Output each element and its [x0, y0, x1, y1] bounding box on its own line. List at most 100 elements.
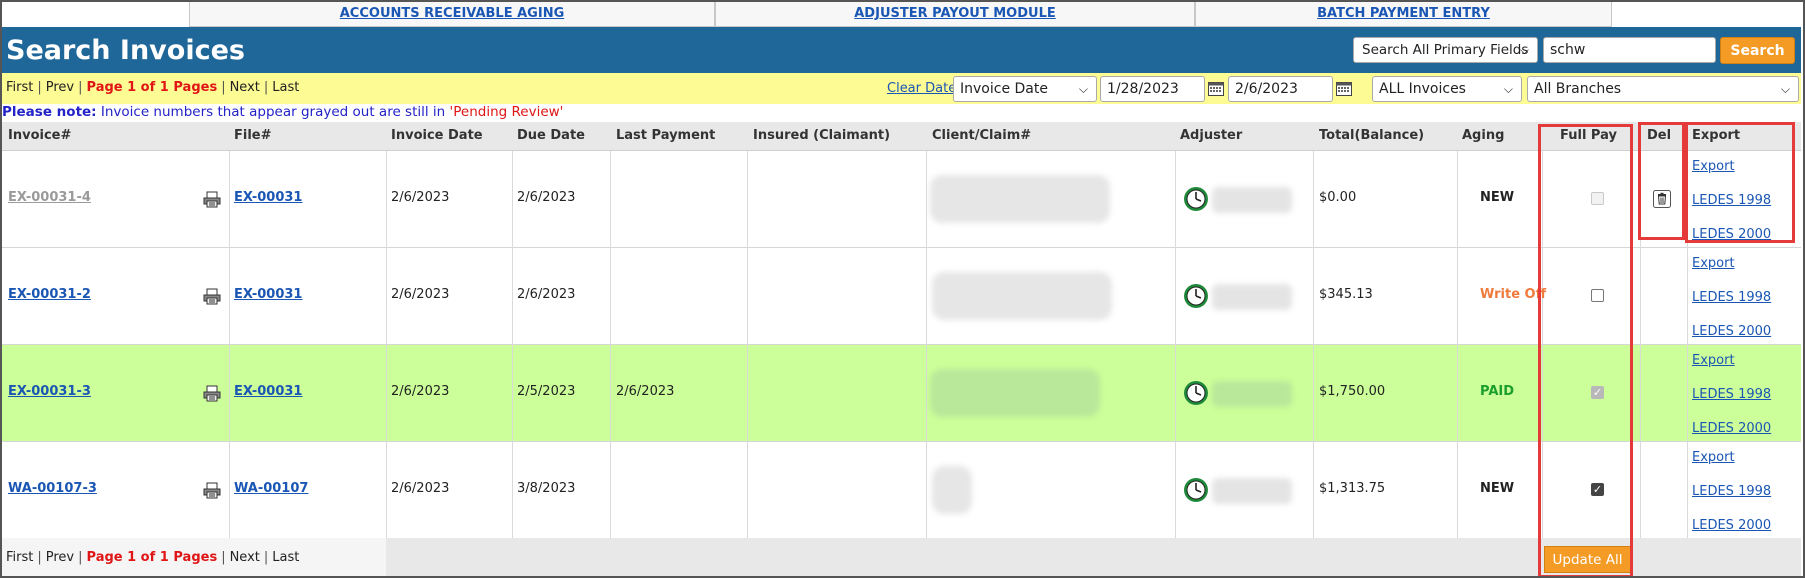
redacted-adjuster	[1212, 381, 1292, 407]
column-divider	[229, 345, 230, 442]
col-client-claim[interactable]: Client/Claim#	[932, 128, 1031, 143]
col-invoice-date[interactable]: Invoice Date	[391, 128, 483, 143]
aging-status: PAID	[1480, 384, 1515, 399]
col-file[interactable]: File#	[234, 128, 272, 143]
file-link[interactable]: WA-00107	[234, 481, 308, 496]
printer-icon[interactable]	[203, 385, 221, 402]
tab-accounts-receivable-aging[interactable]: ACCOUNTS RECEIVABLE AGING	[189, 0, 715, 27]
invoice-link[interactable]: WA-00107-3	[8, 481, 97, 496]
clock-icon[interactable]	[1183, 477, 1209, 503]
invoice-date: 2/6/2023	[391, 190, 450, 205]
ledes-1998-link[interactable]: LEDES 1998	[1692, 193, 1771, 208]
table-row: WA-00107-3 WA-00107 2/6/2023 3/8/2023 $1,313…	[2, 442, 1801, 539]
col-export: Export	[1692, 128, 1741, 143]
export-link[interactable]: Export	[1692, 256, 1735, 271]
ledes-2000-link[interactable]: LEDES 2000	[1692, 421, 1771, 436]
invoice-filter-select[interactable]: ALL Invoices ⌵	[1372, 76, 1522, 102]
column-divider	[229, 248, 230, 345]
invoice-link[interactable]: EX-00031-3	[8, 384, 91, 399]
col-last-payment[interactable]: Last Payment	[616, 128, 715, 143]
invoice-link[interactable]: EX-00031-4	[8, 190, 91, 205]
file-link[interactable]: EX-00031	[234, 190, 302, 205]
column-divider	[1640, 442, 1641, 539]
col-aging[interactable]: Aging	[1462, 128, 1504, 143]
total-balance: $0.00	[1319, 190, 1357, 205]
trash-icon[interactable]	[1653, 190, 1671, 208]
search-input[interactable]: schw	[1543, 37, 1716, 63]
printer-icon[interactable]	[203, 288, 221, 305]
clock-icon[interactable]	[1183, 186, 1209, 212]
column-divider	[1175, 151, 1176, 248]
tab-adjuster-payout-module[interactable]: ADJUSTER PAYOUT MODULE	[715, 0, 1195, 27]
ledes-1998-link[interactable]: LEDES 1998	[1692, 484, 1771, 499]
note-label: Please note:	[2, 104, 97, 120]
full-pay-checkbox: ✓	[1591, 386, 1604, 399]
calendar-icon[interactable]	[1336, 81, 1352, 96]
col-insured[interactable]: Insured (Claimant)	[753, 128, 890, 143]
col-total[interactable]: Total(Balance)	[1319, 128, 1424, 143]
export-link[interactable]: Export	[1692, 353, 1735, 368]
search-field-select[interactable]: Search All Primary Fields ⌵	[1353, 37, 1538, 63]
column-divider	[512, 151, 513, 248]
column-divider	[747, 442, 748, 539]
date-from-value: 1/28/2023	[1107, 81, 1179, 97]
pager-prev[interactable]: Prev	[46, 550, 74, 565]
column-divider	[926, 345, 927, 442]
pager-next[interactable]: Next	[230, 80, 260, 95]
date-to-input[interactable]: 2/6/2023	[1228, 76, 1333, 102]
column-divider	[1175, 442, 1176, 539]
pager-first[interactable]: First	[6, 80, 33, 95]
date-type-select[interactable]: Invoice Date ⌵	[953, 76, 1097, 102]
page-title: Search Invoices	[6, 34, 245, 66]
export-link[interactable]: Export	[1692, 159, 1735, 174]
date-from-input[interactable]: 1/28/2023	[1100, 76, 1205, 102]
clear-dates-link[interactable]: Clear Dates	[887, 81, 963, 96]
pager-next[interactable]: Next	[230, 550, 260, 565]
ledes-2000-link[interactable]: LEDES 2000	[1692, 518, 1771, 533]
search-button[interactable]: Search	[1720, 37, 1795, 64]
col-due-date[interactable]: Due Date	[517, 128, 585, 143]
pager-separator: |	[37, 80, 42, 95]
table-row: EX-00031-2 EX-00031 2/6/2023 2/6/2023 $345.1…	[2, 248, 1801, 345]
table-row: EX-00031-4 EX-00031 2/6/2023 2/6/2023 $0.00 N…	[2, 151, 1801, 248]
calendar-icon[interactable]	[1208, 81, 1224, 96]
pager-prev[interactable]: Prev	[46, 80, 74, 95]
pager-last[interactable]: Last	[272, 80, 299, 95]
pager-last[interactable]: Last	[272, 550, 299, 565]
column-divider	[512, 248, 513, 345]
col-adjuster[interactable]: Adjuster	[1180, 128, 1242, 143]
ledes-2000-link[interactable]: LEDES 2000	[1692, 324, 1771, 339]
printer-icon[interactable]	[203, 482, 221, 499]
clock-icon[interactable]	[1183, 283, 1209, 309]
aging-status: NEW	[1480, 190, 1515, 205]
file-link[interactable]: EX-00031	[234, 384, 302, 399]
column-divider	[386, 442, 387, 539]
ledes-1998-link[interactable]: LEDES 1998	[1692, 387, 1771, 402]
column-divider	[1313, 442, 1314, 539]
ledes-2000-link[interactable]: LEDES 2000	[1692, 227, 1771, 242]
column-divider	[1457, 442, 1458, 539]
pager-first[interactable]: First	[6, 550, 33, 565]
full-pay-checkbox[interactable]: ✓	[1591, 483, 1604, 496]
column-divider	[1313, 345, 1314, 442]
invoice-date: 2/6/2023	[391, 481, 450, 496]
col-invoice[interactable]: Invoice#	[8, 128, 71, 143]
file-link[interactable]: EX-00031	[234, 287, 302, 302]
printer-icon[interactable]	[203, 191, 221, 208]
column-divider	[926, 442, 927, 539]
clock-icon[interactable]	[1183, 380, 1209, 406]
pager-separator: |	[263, 80, 269, 95]
chevron-down-icon: ⌵	[1078, 82, 1088, 96]
full-pay-checkbox[interactable]	[1591, 289, 1604, 302]
ledes-1998-link[interactable]: LEDES 1998	[1692, 290, 1771, 305]
update-all-button[interactable]: Update All	[1544, 546, 1631, 573]
tab-batch-payment-entry[interactable]: BATCH PAYMENT ENTRY	[1195, 0, 1612, 27]
column-divider	[610, 151, 611, 248]
column-divider	[1313, 248, 1314, 345]
pager-separator: |	[78, 550, 83, 565]
invoice-link[interactable]: EX-00031-2	[8, 287, 91, 302]
branch-filter-select[interactable]: All Branches ⌵	[1527, 76, 1799, 102]
column-divider	[386, 345, 387, 442]
invoice-date: 2/6/2023	[391, 287, 450, 302]
export-link[interactable]: Export	[1692, 450, 1735, 465]
